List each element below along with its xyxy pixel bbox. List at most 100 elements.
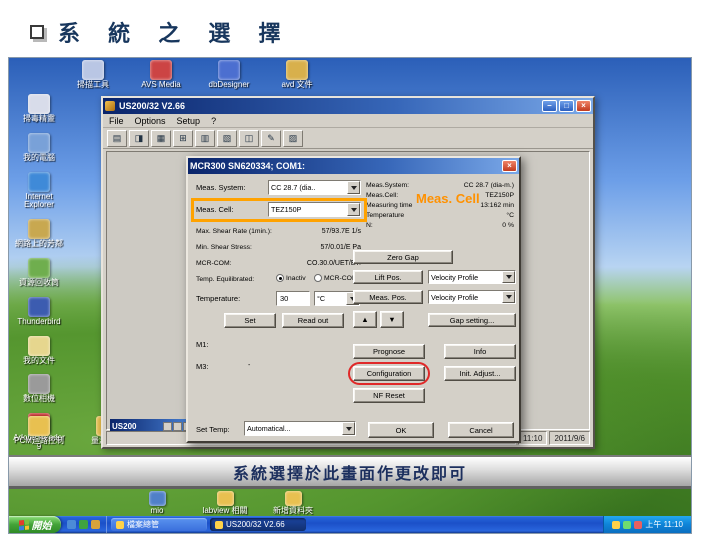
desktop-icon-image (148, 491, 166, 506)
dropdown-arrow-icon[interactable] (502, 291, 515, 303)
desktop-icon[interactable]: 掃描工具 (65, 60, 121, 90)
zero-gap-button[interactable]: Zero Gap (353, 250, 453, 264)
desktop-icon-image (28, 94, 50, 114)
menu-item[interactable]: File (109, 116, 124, 126)
toolbar-button[interactable]: ▨ (283, 129, 303, 147)
menu-bar: File Options Setup? (103, 114, 593, 128)
desktop-icon[interactable]: 我的電腦 (11, 132, 67, 163)
cancel-button[interactable]: Cancel (448, 422, 514, 438)
toolbar-button[interactable]: ⊞ (173, 129, 193, 147)
max-shear-label: Max. Shear Rate (1min.): (196, 228, 272, 235)
meas-velocity-combo[interactable]: Velocity Profile (428, 290, 516, 304)
tray-clock[interactable]: 上午 11:10 (645, 519, 683, 530)
m1-label: M1: (196, 340, 209, 349)
start-button[interactable]: 開始 (9, 516, 61, 533)
set-button[interactable]: Set (224, 313, 276, 328)
set-temp-combo[interactable]: Automatical... (244, 421, 356, 436)
desktop-icon-label: labview 相關 (202, 506, 248, 515)
tray-icon[interactable] (634, 520, 643, 529)
menu-item[interactable]: Options (135, 116, 166, 126)
desktop-icon-image (28, 171, 50, 192)
init-adjust-button[interactable]: Init. Adjust... (444, 366, 516, 381)
dropdown-arrow-icon[interactable] (502, 271, 515, 283)
dialog-titlebar[interactable]: MCR300 SN620334; COM1: (188, 158, 519, 174)
quick-launch-icon[interactable] (79, 520, 88, 529)
lift-velocity-combo[interactable]: Velocity Profile (428, 270, 516, 284)
task-button[interactable]: 檔案總管 (111, 518, 207, 531)
windows-flag-icon (18, 518, 29, 531)
quick-launch-icon[interactable] (67, 520, 76, 529)
desktop-icon[interactable]: avd 文件 (269, 60, 325, 90)
toolbar-button[interactable]: ◨ (129, 129, 149, 147)
desktop-icon-image (286, 60, 308, 80)
quick-launch (61, 516, 107, 533)
desktop-icon[interactable]: mio (129, 491, 185, 516)
desktop-icon[interactable]: 網路上的芳鄰 (11, 219, 67, 249)
info-button[interactable]: Info (444, 344, 516, 359)
desktop-icon-image (28, 257, 50, 278)
tray-icon[interactable] (623, 520, 632, 529)
maximize-button[interactable] (559, 100, 574, 112)
toolbar-button[interactable]: ✎ (261, 129, 281, 147)
ok-button[interactable]: OK (368, 422, 434, 438)
task-icon (215, 520, 223, 529)
meas-system-combo[interactable]: CC 28.7 (dia.. (268, 180, 361, 195)
desktop-icon[interactable]: 掃毒精靈 (11, 94, 67, 124)
toolbar-button[interactable]: ▦ (151, 129, 171, 147)
app-icon (105, 101, 115, 111)
desktop-icon[interactable]: 資源回收筒 (11, 257, 67, 288)
app-window-title: US200/32 V2.66 (119, 101, 186, 111)
child-minimize-button[interactable] (163, 421, 172, 431)
desktop-icon[interactable]: PCM迴路控制 (11, 416, 67, 446)
desktop-icon[interactable]: 新增資料夾 (265, 491, 321, 516)
read-out-button[interactable]: Read out (282, 313, 344, 328)
toolbar-button[interactable]: ▧ (217, 129, 237, 147)
minimize-button[interactable] (542, 100, 557, 112)
desktop-icon[interactable]: AVS Media (133, 60, 189, 90)
menu-item[interactable]: Setup (177, 116, 201, 126)
radio-inactiv[interactable]: Inactiv (276, 274, 306, 282)
meas-cell-highlight-box (191, 198, 367, 222)
desktop-icon[interactable]: 數位相機 (11, 374, 67, 404)
min-shear-value: 57/0.01/E Pa (320, 244, 361, 251)
temperature-input[interactable]: 30 (276, 291, 310, 306)
desktop-icon[interactable]: Internet Explorer (11, 171, 67, 211)
max-shear-value: 57/93.7E 1/s (321, 228, 361, 235)
lift-pos-button[interactable]: Lift Pos. (353, 270, 423, 284)
desktop-icon-image (28, 132, 50, 153)
meas-pos-button[interactable]: Meas. Pos. (353, 290, 423, 304)
move-down-button[interactable]: ▼ (380, 311, 404, 328)
app-titlebar[interactable]: US200/32 V2.66 (103, 98, 593, 114)
tray-icon[interactable] (612, 520, 621, 529)
desktop-icon-label: mio (150, 506, 164, 515)
gap-setting-button[interactable]: Gap setting... (428, 313, 516, 327)
dialog-close-button[interactable] (502, 160, 517, 172)
nf-reset-button[interactable]: NF Reset (353, 388, 425, 403)
desktop-icon[interactable]: dbDesigner (201, 60, 257, 90)
quick-launch-icon[interactable] (91, 520, 100, 529)
close-button[interactable] (576, 100, 591, 112)
prognose-button[interactable]: Prognose (353, 344, 425, 359)
task-button[interactable]: US200/32 V2.66 (210, 518, 306, 531)
desktop-icon[interactable]: Thunderbird (11, 296, 67, 327)
desktop-icon-label: 數位相機 (23, 394, 55, 404)
toolbar: ▤ ◨ ▦ ⊞ ▥ ▧ ◫ ✎ ▨ (103, 128, 593, 149)
menu-item[interactable]: ? (211, 116, 216, 126)
child-maximize-button[interactable] (173, 421, 182, 431)
desktop-icons-footer: mio labview 相關 新增資料夾 (129, 491, 321, 516)
toolbar-button[interactable]: ▥ (195, 129, 215, 147)
toolbar-button[interactable]: ◫ (239, 129, 259, 147)
task-label: US200/32 V2.66 (226, 520, 285, 529)
page-title: 系 統 之 選 擇 (58, 21, 292, 46)
info-label: Temperature (366, 212, 405, 219)
dropdown-arrow-icon[interactable] (347, 181, 360, 194)
square-bullet-icon (30, 25, 44, 39)
move-up-button[interactable]: ▲ (353, 311, 377, 328)
desktop-icon[interactable]: labview 相關 (197, 491, 253, 516)
desktop-icon[interactable]: 我的文件 (11, 335, 67, 366)
toolbar-button[interactable]: ▤ (107, 129, 127, 147)
dropdown-arrow-icon[interactable] (342, 422, 355, 435)
desktop-icon-label: 我的文件 (23, 355, 55, 365)
m3-value: - (248, 362, 251, 369)
desktop-icon-image (216, 491, 234, 506)
